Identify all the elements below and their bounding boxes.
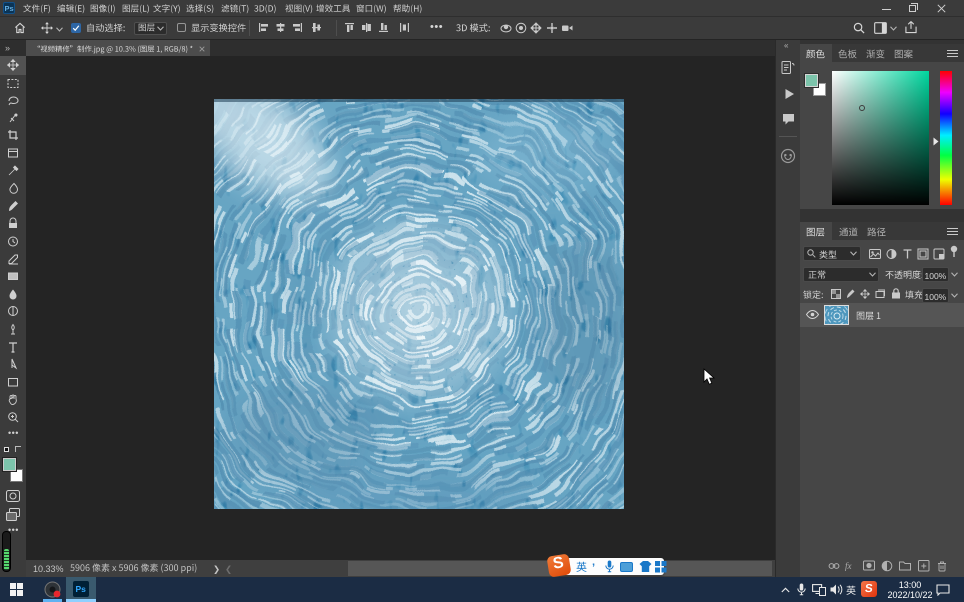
svg-text:fx: fx (845, 561, 852, 571)
